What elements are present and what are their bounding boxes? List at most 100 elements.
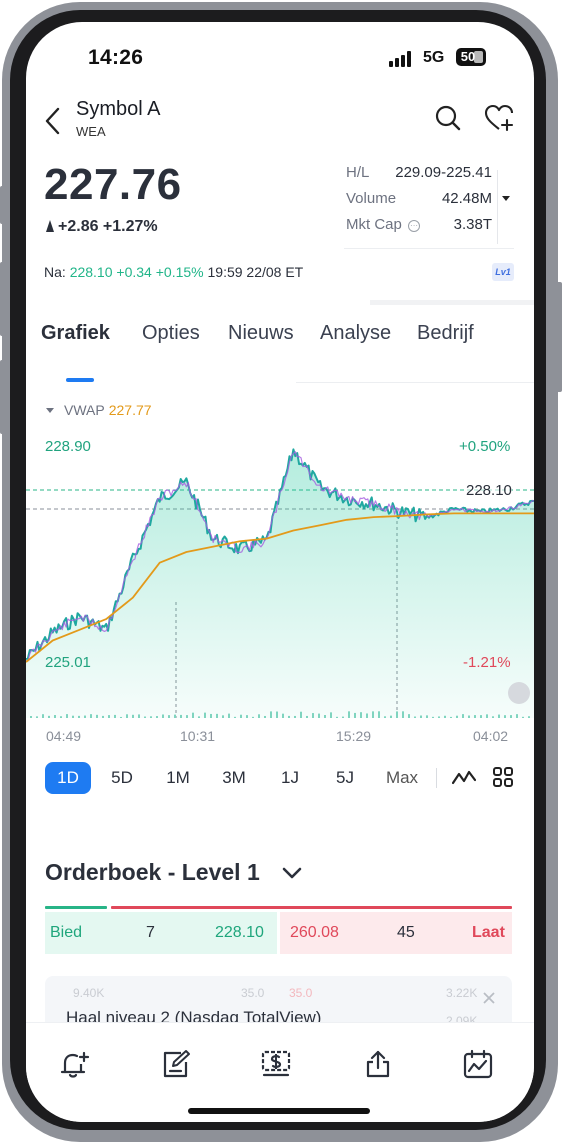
tab-nieuws[interactable]: Nieuws: [228, 322, 294, 345]
volume-bar: [480, 715, 482, 718]
status-time: 14:26: [88, 46, 144, 69]
info-icon[interactable]: ···: [408, 220, 421, 232]
home-indicator: [188, 1108, 370, 1114]
level-badge[interactable]: Lv1: [492, 263, 514, 281]
period-5d[interactable]: 5D: [106, 762, 138, 794]
volume-bar: [240, 714, 242, 718]
last-price: 227.76: [44, 160, 182, 209]
volume-bar: [330, 712, 332, 718]
up-triangle-icon: [46, 220, 54, 232]
volume-bar: [174, 714, 176, 718]
price-change-text: +2.86 +1.27%: [58, 218, 158, 235]
volume-bar: [450, 716, 452, 718]
price-chart[interactable]: [26, 422, 534, 722]
volume-bar: [72, 715, 74, 718]
volume-bar: [468, 715, 470, 718]
volume-bar: [324, 715, 326, 718]
volume-bar: [186, 715, 188, 718]
volume-bar: [138, 714, 140, 718]
volume-bar: [90, 714, 92, 718]
volume-bar: [276, 711, 278, 718]
stat-value: 42.48M: [441, 190, 492, 207]
volume-bar: [192, 712, 194, 718]
volume-bar: [378, 711, 380, 718]
after-hours-change: +0.34: [116, 264, 152, 280]
chart-settings-grid-icon[interactable]: [492, 766, 514, 788]
volume-down-button: [0, 360, 6, 434]
add-alert-bell-icon[interactable]: [58, 1048, 90, 1080]
volume-bar: [150, 716, 152, 718]
volume-bar: [318, 713, 320, 718]
volume-bar: [126, 714, 128, 718]
volume-bar: [48, 715, 50, 718]
chart-reset-icon[interactable]: [508, 682, 530, 704]
battery-level: 50: [460, 49, 476, 64]
volume-bar: [510, 715, 512, 718]
volume-bar: [504, 715, 506, 718]
bid-price: 228.10: [215, 924, 264, 941]
stat-label: Volume: [346, 190, 397, 207]
ask-label: Laat: [472, 924, 505, 941]
volume-bar: [372, 711, 374, 718]
period-5j[interactable]: 5J: [333, 762, 357, 794]
tab-opties[interactable]: Opties: [142, 322, 200, 345]
volume-bar: [144, 716, 146, 718]
calendar-chart-icon[interactable]: [462, 1048, 494, 1080]
volume-bar: [264, 715, 266, 718]
note-edit-icon[interactable]: [160, 1048, 192, 1080]
orderbook-title[interactable]: Orderboek - Level 1: [45, 859, 260, 886]
volume-bar: [390, 715, 392, 718]
symbol-title: Symbol A: [76, 98, 161, 120]
volume-bar: [426, 715, 428, 718]
period-1m[interactable]: 1M: [162, 762, 194, 794]
volume-bar: [288, 715, 290, 718]
volume-bar: [156, 716, 158, 718]
period-3m[interactable]: 3M: [217, 762, 251, 794]
bid-size: 7: [146, 924, 155, 941]
tab-bedrijf[interactable]: Bedrijf: [417, 322, 474, 345]
network-type: 5G: [423, 49, 445, 66]
period-max[interactable]: Max: [382, 762, 422, 794]
chart-type-line-icon[interactable]: [452, 766, 476, 790]
volume-bar: [96, 714, 98, 718]
mute-switch: [0, 186, 6, 224]
symbol-exchange: WEA: [76, 124, 106, 139]
volume-bar: [252, 716, 254, 718]
volume-bar: [30, 716, 32, 718]
trade-dollar-icon[interactable]: [260, 1048, 292, 1080]
volume-bar: [360, 712, 362, 718]
volume-bar: [204, 712, 206, 718]
volume-bar: [42, 714, 44, 718]
volume-bar: [516, 714, 518, 718]
period-1d[interactable]: 1D: [45, 762, 91, 794]
volume-bar: [36, 716, 38, 718]
tab-analyse[interactable]: Analyse: [320, 322, 391, 345]
volume-bar: [222, 715, 224, 718]
period-1j[interactable]: 1J: [278, 762, 302, 794]
indicator-selector[interactable]: VWAP 227.77: [46, 402, 152, 418]
volume-bar: [54, 715, 56, 718]
ghost-value: 3.22K: [446, 986, 478, 1000]
volume-bar: [396, 711, 398, 718]
back-arrow-icon[interactable]: [44, 106, 64, 136]
divider: [370, 300, 534, 305]
volume-bar: [348, 711, 350, 718]
x-axis-label: 04:02: [473, 728, 509, 744]
close-icon[interactable]: [481, 990, 497, 1006]
volume-bar: [312, 713, 314, 718]
stat-row-hl: H/L 229.09-225.41: [346, 164, 492, 190]
volume-bar: [234, 716, 236, 718]
volume-bar: [246, 715, 248, 718]
after-hours-time: 19:59 22/08 ET: [207, 264, 304, 280]
search-icon[interactable]: [434, 104, 462, 132]
volume-bar: [438, 716, 440, 718]
share-icon[interactable]: [362, 1048, 394, 1080]
volume-bar: [60, 716, 62, 718]
app-screen: 14:26 5G 50 Symbol A WEA 227.76 +2.86 +1…: [26, 22, 534, 1122]
expand-stats-chevron-icon[interactable]: [497, 170, 513, 244]
chevron-down-icon[interactable]: [282, 866, 302, 880]
add-watchlist-heart-icon[interactable]: [484, 104, 514, 132]
divider: [296, 382, 534, 383]
volume-bar: [498, 714, 500, 718]
tab-grafiek[interactable]: Grafiek: [41, 322, 110, 345]
